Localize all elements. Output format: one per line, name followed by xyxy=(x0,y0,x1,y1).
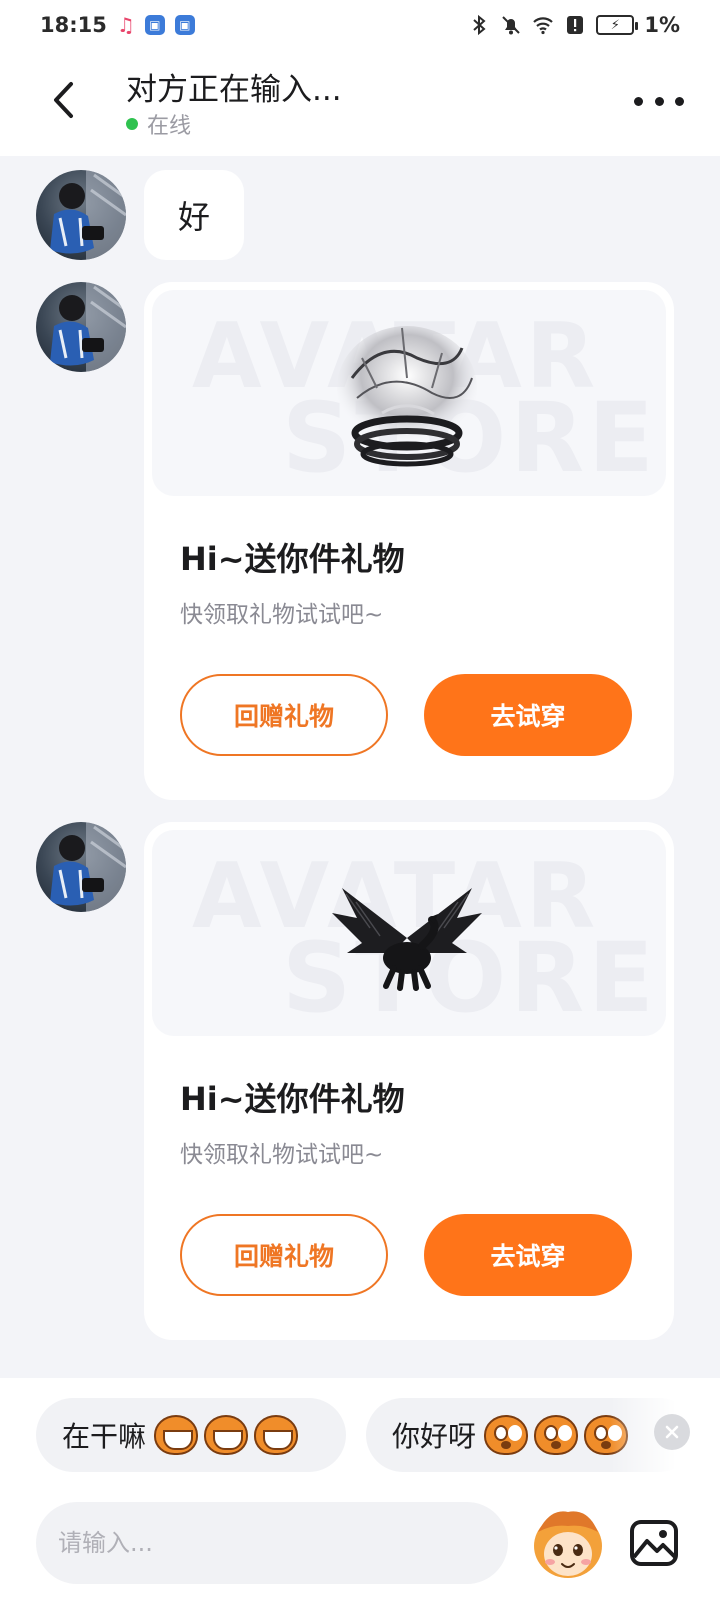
gift-title: Hi~送你件礼物 xyxy=(180,1080,405,1118)
quick-reply-text: 你好呀 xyxy=(392,1420,477,1453)
alert-icon xyxy=(567,16,584,34)
message-text-bubble[interactable]: 好 xyxy=(144,170,244,260)
more-options-button[interactable] xyxy=(634,86,684,116)
gift-subtitle: 快领取礼物试试吧~ xyxy=(180,1142,384,1168)
status-right: ⚡ 1% xyxy=(468,13,680,37)
surprised-mascot-emoji-group xyxy=(484,1415,629,1455)
message-list[interactable]: 好 AVATAR STORE xyxy=(0,156,720,1378)
battery-charging-icon: ⚡ xyxy=(596,15,639,35)
grinning-mascot-icon xyxy=(154,1415,199,1455)
more-dot-icon xyxy=(654,96,664,106)
quick-reply-bar[interactable]: 在干嘛 你好呀 xyxy=(0,1378,720,1492)
back-button[interactable] xyxy=(38,72,88,128)
sender-avatar[interactable] xyxy=(36,170,126,260)
grinning-mascot-emoji-group xyxy=(154,1415,299,1455)
page-title: 对方正在输入... xyxy=(126,72,342,108)
status-bar: 18:15 ♫ ▣ ▣ ⚡ 1% xyxy=(0,0,720,50)
more-dot-icon xyxy=(634,96,643,106)
gift-card[interactable]: AVATAR STORE Hi~送你件礼 xyxy=(144,282,674,800)
message-input[interactable] xyxy=(36,1502,508,1584)
dragon-ring-image xyxy=(337,326,477,467)
gift-banner: AVATAR STORE xyxy=(152,290,666,496)
app-notification-icon-2: ▣ xyxy=(174,15,195,35)
online-dot-icon xyxy=(126,118,138,130)
chevron-left-icon xyxy=(54,82,73,118)
gift-title: Hi~送你件礼物 xyxy=(180,540,405,578)
gift-banner: AVATAR STORE xyxy=(152,830,666,1036)
bluetooth-icon xyxy=(473,14,486,36)
wifi-icon xyxy=(533,17,554,35)
grinning-mascot-icon xyxy=(204,1415,249,1455)
input-bar xyxy=(0,1492,720,1612)
status-time: 18:15 xyxy=(40,13,107,37)
try-on-button[interactable]: 去试穿 xyxy=(424,1214,632,1296)
surprised-mascot-icon xyxy=(484,1415,529,1455)
gift-subtitle: 快领取礼物试试吧~ xyxy=(180,602,384,628)
close-quick-replies-button[interactable] xyxy=(654,1414,690,1450)
mute-bell-icon xyxy=(502,16,521,35)
surprised-mascot-icon xyxy=(534,1415,579,1455)
sender-avatar[interactable] xyxy=(36,282,126,372)
return-gift-button[interactable]: 回赠礼物 xyxy=(180,674,388,756)
chat-header: 对方正在输入... 在线 xyxy=(0,50,720,156)
return-gift-button[interactable]: 回赠礼物 xyxy=(180,1214,388,1296)
more-dot-icon xyxy=(675,96,684,106)
grinning-mascot-icon xyxy=(254,1415,299,1455)
sender-avatar[interactable] xyxy=(36,822,126,912)
battery-percent: 1% xyxy=(644,13,680,37)
mascot-sticker-button[interactable] xyxy=(530,1502,606,1584)
app-notification-icon: ▣ xyxy=(144,15,165,35)
quick-reply-chip[interactable]: 在干嘛 xyxy=(36,1398,346,1472)
online-status-label: 在线 xyxy=(147,114,192,139)
black-dragon-image xyxy=(332,888,482,991)
gift-card[interactable]: AVATAR STORE Hi~送你件礼物 快领取礼物试试吧~ 回赠礼物 去试穿 xyxy=(144,822,674,1340)
status-left: 18:15 ♫ ▣ ▣ xyxy=(40,13,195,37)
image-icon xyxy=(630,1520,678,1566)
quick-reply-text: 在干嘛 xyxy=(62,1420,147,1453)
close-icon xyxy=(665,1425,679,1439)
music-notification-icon: ♫ xyxy=(116,13,135,37)
send-image-button[interactable] xyxy=(626,1516,682,1570)
try-on-button[interactable]: 去试穿 xyxy=(424,674,632,756)
online-status: 在线 xyxy=(126,108,191,140)
